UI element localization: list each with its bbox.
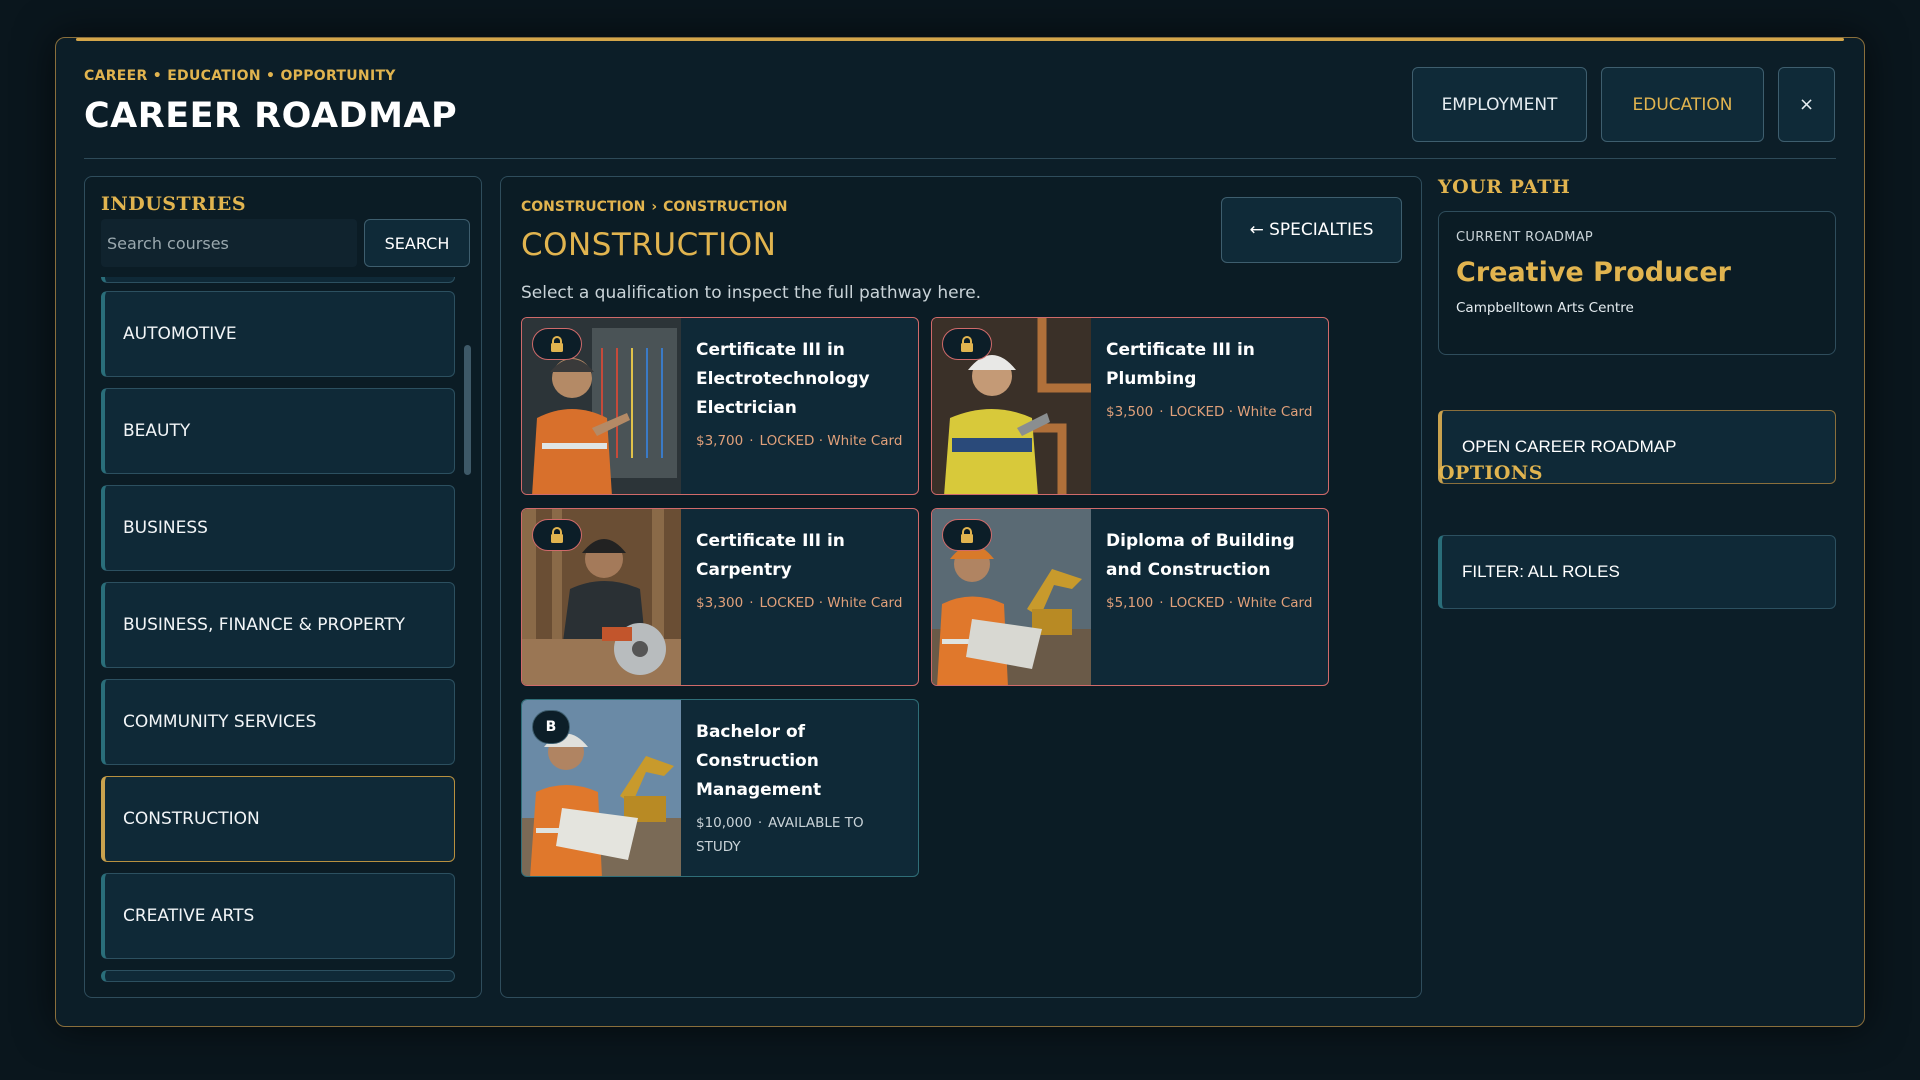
current-roadmap-card: CURRENT ROADMAP Creative Producer Campbe…: [1438, 211, 1836, 355]
available-badge: B: [532, 710, 570, 744]
course-title: Diploma of Building and Construction: [1106, 531, 1295, 580]
industry-item-business-finance-property[interactable]: BUSINESS, FINANCE & PROPERTY: [101, 582, 455, 668]
course-requirement: White Card: [1237, 595, 1313, 611]
lock-icon: [961, 336, 973, 352]
course-requirement: White Card: [827, 595, 903, 611]
lock-icon: [551, 336, 563, 352]
industry-item-automotive[interactable]: AUTOMOTIVE: [101, 291, 455, 377]
course-meta: $5,100 · LOCKED · White Card: [1106, 595, 1313, 611]
header-divider: [84, 158, 1836, 159]
courses-panel: CONSTRUCTION › CONSTRUCTION CONSTRUCTION ←…: [500, 176, 1422, 998]
course-card[interactable]: Certificate III in Carpentry $3,300 · LOCK…: [521, 508, 919, 686]
course-price: $3,500: [1106, 404, 1154, 420]
lock-badge: [532, 328, 582, 360]
page-title: CAREER ROADMAP: [84, 96, 458, 136]
course-requirement: White Card: [827, 433, 903, 449]
industry-item-business[interactable]: BUSINESS: [101, 485, 455, 571]
industries-heading: INDUSTRIES: [101, 193, 247, 215]
industries-list: AUTOMOTIVE BEAUTY BUSINESS BUSINESS, FIN…: [101, 277, 455, 985]
career-roadmap-window: CAREER • EDUCATION • OPPORTUNITY CAREER …: [55, 37, 1865, 1027]
lock-badge: [942, 519, 992, 551]
search-button[interactable]: SEARCH: [364, 219, 470, 267]
education-tab-button[interactable]: EDUCATION: [1601, 67, 1764, 142]
course-meta: $3,500 · LOCKED · White Card: [1106, 404, 1313, 420]
industries-panel: INDUSTRIES SEARCH AUTOMOTIVE BEAUTY BUSI…: [84, 176, 482, 998]
breadcrumb: CONSTRUCTION › CONSTRUCTION: [521, 199, 787, 215]
top-accent-line: [76, 38, 1844, 41]
lock-icon: [961, 527, 973, 543]
filter-roles-button[interactable]: FILTER: ALL ROLES: [1438, 535, 1836, 609]
course-card[interactable]: Diploma of Building and Construction $5,…: [931, 508, 1329, 686]
current-organisation: Campbelltown Arts Centre: [1456, 300, 1634, 316]
course-status: LOCKED: [1169, 595, 1225, 611]
lock-icon: [551, 527, 563, 543]
course-status: LOCKED: [1169, 404, 1225, 420]
course-requirement: White Card: [1237, 404, 1313, 420]
course-status: LOCKED: [759, 433, 815, 449]
industry-item-beauty[interactable]: BEAUTY: [101, 388, 455, 474]
header-eyebrow: CAREER • EDUCATION • OPPORTUNITY: [84, 68, 396, 84]
breadcrumb-item[interactable]: CONSTRUCTION: [521, 199, 645, 215]
course-price: $3,300: [696, 595, 744, 611]
list-item-partial[interactable]: [101, 277, 455, 283]
current-roadmap-label: CURRENT ROADMAP: [1456, 230, 1594, 245]
your-path-heading: YOUR PATH: [1438, 176, 1571, 198]
section-title: CONSTRUCTION: [521, 227, 777, 263]
course-card[interactable]: Certificate III in Plumbing $3,500 · LOCKE…: [931, 317, 1329, 495]
course-price: $5,100: [1106, 595, 1154, 611]
course-title: Certificate III in Electrotechnology Ele…: [696, 340, 870, 418]
breadcrumb-item[interactable]: CONSTRUCTION: [663, 199, 787, 215]
industries-scrollbar[interactable]: [464, 345, 471, 475]
list-item-partial[interactable]: [101, 970, 455, 982]
lock-badge: [532, 519, 582, 551]
course-meta: $10,000 · AVAILABLE TO STUDY: [696, 815, 864, 855]
industry-item-creative-arts[interactable]: CREATIVE ARTS: [101, 873, 455, 959]
course-meta: $3,300 · LOCKED · White Card: [696, 595, 903, 611]
current-role: Creative Producer: [1456, 257, 1731, 288]
course-card[interactable]: Certificate III in Electrotechnology Ele…: [521, 317, 919, 495]
options-heading: OPTIONS: [1438, 462, 1544, 484]
search-input[interactable]: [101, 219, 357, 267]
course-meta: $3,700 · LOCKED · White Card: [696, 433, 903, 449]
industry-item-community-services[interactable]: COMMUNITY SERVICES: [101, 679, 455, 765]
breadcrumb-separator: ›: [651, 199, 658, 215]
course-title: Bachelor of Construction Management: [696, 722, 822, 800]
course-price: $3,700: [696, 433, 744, 449]
course-status: LOCKED: [759, 595, 815, 611]
close-button[interactable]: ×: [1778, 67, 1835, 142]
employment-tab-button[interactable]: EMPLOYMENT: [1412, 67, 1587, 142]
course-price: $10,000: [696, 815, 752, 831]
instruction-text: Select a qualification to inspect the fu…: [521, 283, 982, 303]
course-title: Certificate III in Plumbing: [1106, 340, 1255, 389]
lock-badge: [942, 328, 992, 360]
specialties-back-button[interactable]: ← SPECIALTIES: [1221, 197, 1402, 263]
course-card[interactable]: B Bachelor of Construction Management $1…: [521, 699, 919, 877]
course-title: Certificate III in Carpentry: [696, 531, 845, 580]
industry-item-construction[interactable]: CONSTRUCTION: [101, 776, 455, 862]
